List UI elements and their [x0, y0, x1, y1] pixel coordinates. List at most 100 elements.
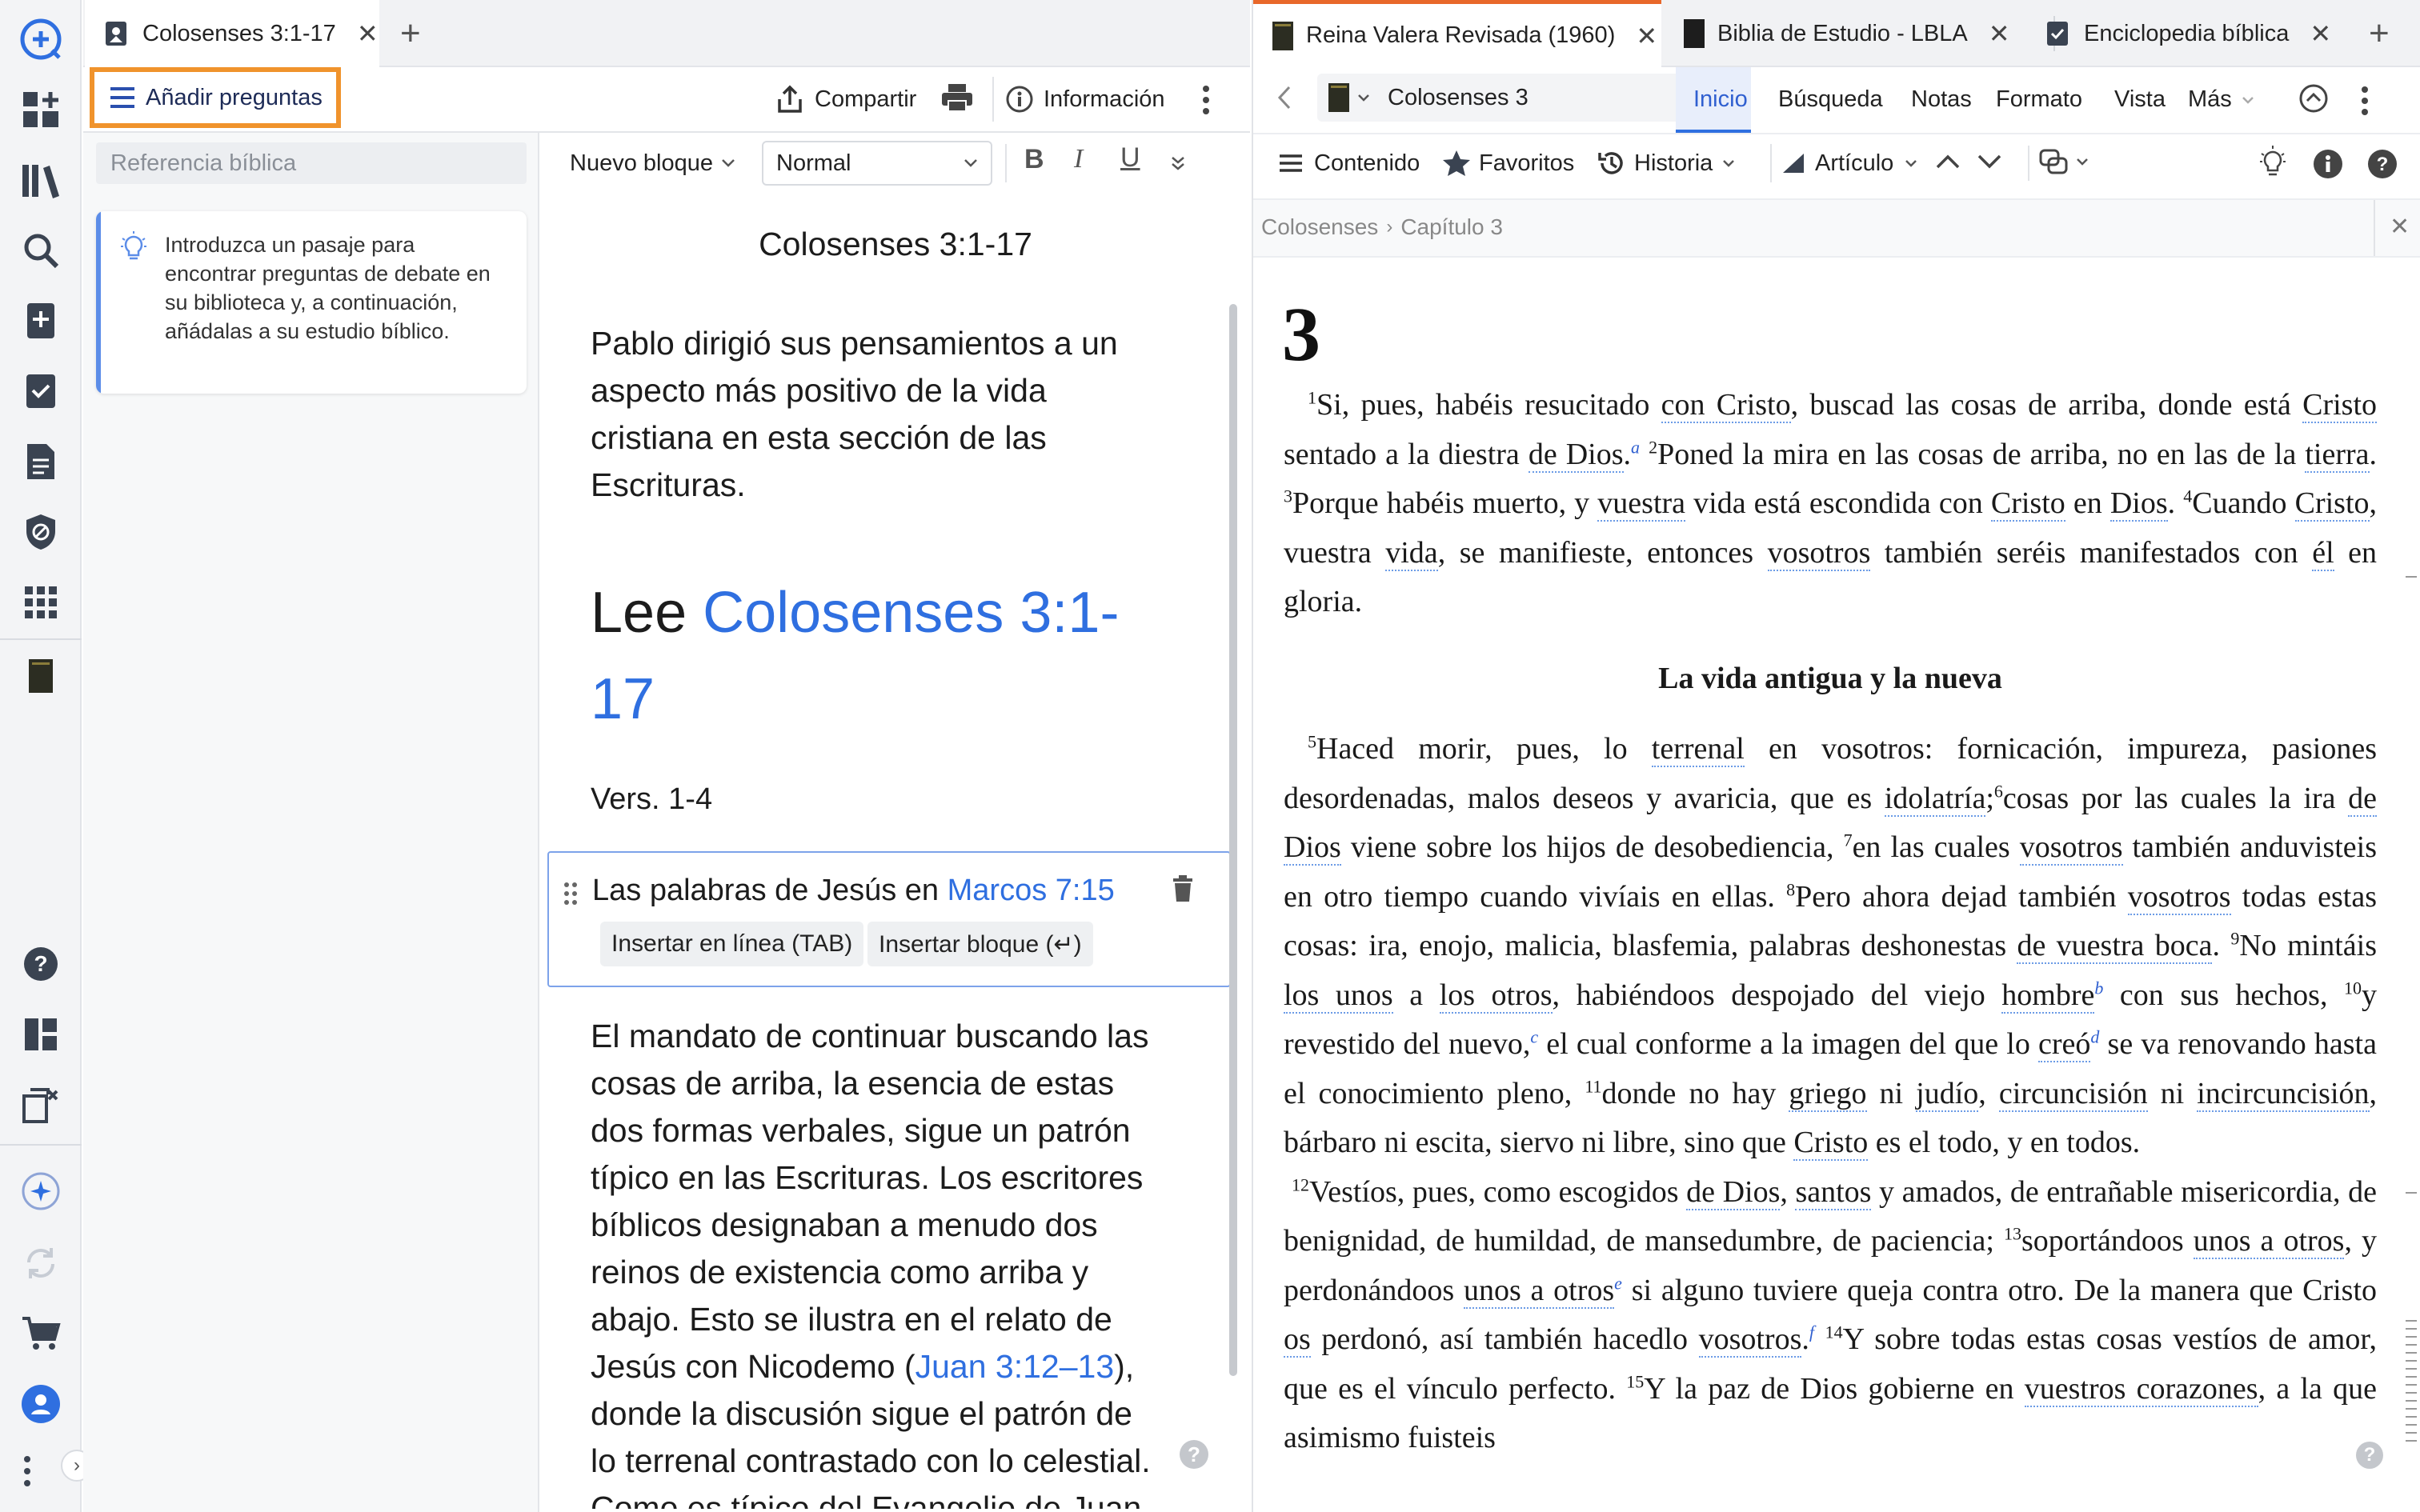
info-icon[interactable]: [2313, 149, 2343, 179]
article-button[interactable]: Artículo: [1781, 144, 1917, 182]
style-value: Normal: [776, 150, 851, 176]
bible-add-icon[interactable]: [18, 298, 64, 344]
chevron-down-icon: [1905, 160, 1917, 167]
star-icon: [1443, 150, 1470, 176]
library-icon[interactable]: [18, 157, 64, 203]
svg-text:?: ?: [34, 951, 47, 976]
article-label: Artículo: [1815, 150, 1894, 176]
close-tab-icon[interactable]: ✕: [2310, 18, 2331, 49]
verses-label: Vers. 1-4: [591, 782, 713, 816]
breadcrumb-book[interactable]: Colosenses: [1261, 214, 1378, 240]
new-block-dropdown[interactable]: Nuevo bloque: [570, 144, 735, 182]
question-block[interactable]: Las palabras de Jesús en Marcos 7:15 Ins…: [547, 851, 1231, 987]
new-tab-icon[interactable]: +: [2369, 14, 2390, 53]
bold-icon[interactable]: B: [1024, 144, 1044, 175]
dashboard-add-icon[interactable]: [18, 86, 64, 133]
document-icon[interactable]: [18, 438, 64, 485]
body-bible-link[interactable]: Juan 3:12–13: [916, 1348, 1115, 1385]
link-panels-icon: [2039, 149, 2068, 174]
book-cover-icon: [1328, 83, 1349, 112]
doc-body: El mandato de continuar buscando las cos…: [591, 1013, 1167, 1509]
more-formatting-icon[interactable]: [1170, 155, 1186, 171]
apps-grid-icon[interactable]: [18, 579, 64, 626]
help-icon[interactable]: ?: [18, 941, 64, 987]
account-icon[interactable]: [18, 1381, 64, 1427]
chevron-down-icon[interactable]: [1357, 94, 1370, 102]
close-panels-icon[interactable]: [18, 1082, 64, 1128]
contents-label: Contenido: [1314, 150, 1420, 176]
favorites-label: Favoritos: [1479, 150, 1575, 176]
info-button[interactable]: Información: [1005, 80, 1165, 118]
doc-intro: Pablo dirigió sus pensamientos a un aspe…: [591, 325, 1118, 503]
question-text[interactable]: Las palabras de Jesús en Marcos 7:15: [592, 874, 1115, 908]
scroll-ticks: [2406, 1320, 2417, 1448]
chevron-down-icon: [964, 159, 977, 167]
next-icon[interactable]: [1977, 154, 2002, 170]
previous-icon[interactable]: [1935, 154, 1961, 170]
close-tab-icon[interactable]: ✕: [1636, 21, 1657, 51]
lightbulb-icon[interactable]: [2258, 144, 2287, 179]
study-builder-panel: Colosenses 3:1-17 ✕ + Añadir preguntas C…: [83, 0, 1250, 1512]
help-icon[interactable]: ?: [2367, 149, 2398, 179]
print-icon[interactable]: [941, 83, 973, 112]
share-button[interactable]: Compartir: [776, 80, 916, 118]
more-options-icon[interactable]: [1202, 85, 1210, 115]
help-bubble-icon[interactable]: ?: [2356, 1442, 2383, 1469]
more-vertical-icon[interactable]: [11, 1448, 43, 1494]
cart-icon[interactable]: [18, 1310, 64, 1357]
book-cover-icon[interactable]: [18, 653, 64, 699]
menu-inicio[interactable]: Inicio: [1693, 86, 1748, 113]
parallel-resources-button[interactable]: [2039, 149, 2089, 174]
drag-handle-icon[interactable]: [563, 882, 578, 906]
menu-busqueda[interactable]: Búsqueda: [1778, 86, 1883, 113]
tab-study[interactable]: Colosenses 3:1-17 ✕: [85, 0, 379, 67]
new-tab-icon[interactable]: +: [400, 14, 421, 53]
reference-text: Colosenses 3: [1388, 84, 1529, 110]
menu-mas[interactable]: Más: [2188, 86, 2254, 113]
underline-icon[interactable]: U: [1120, 142, 1140, 174]
history-button[interactable]: Historia: [1597, 144, 1735, 182]
layout-icon[interactable]: [18, 1011, 64, 1058]
lightbulb-icon: [120, 230, 147, 262]
add-questions-button[interactable]: Añadir preguntas: [90, 67, 341, 128]
menu-formato[interactable]: Formato: [1996, 86, 2082, 113]
back-icon[interactable]: [1277, 85, 1292, 110]
share-icon: [778, 85, 802, 113]
history-icon: [1598, 152, 1623, 174]
insert-block-button[interactable]: Insertar bloque (↵): [867, 922, 1093, 966]
help-bubble-icon[interactable]: ?: [1180, 1440, 1208, 1469]
search-icon[interactable]: [18, 227, 64, 274]
tab-lbla[interactable]: Biblia de Estudio - LBLA ✕: [1684, 0, 2010, 67]
close-breadcrumb-icon[interactable]: ✕: [2390, 213, 2410, 241]
breadcrumb-chapter[interactable]: Capítulo 3: [1400, 214, 1503, 240]
close-tab-icon[interactable]: ✕: [357, 18, 379, 49]
reference-box[interactable]: Colosenses 3: [1317, 74, 1713, 122]
delete-icon[interactable]: [1172, 875, 1194, 902]
shield-icon[interactable]: [18, 509, 64, 555]
menu-vista[interactable]: Vista: [2114, 86, 2166, 113]
collapse-ribbon-icon[interactable]: [2298, 83, 2329, 114]
favorites-button[interactable]: Favoritos: [1442, 144, 1574, 182]
italic-icon[interactable]: I: [1074, 144, 1083, 174]
more-vertical-icon[interactable]: [2361, 86, 2369, 115]
checklist-icon[interactable]: [18, 368, 64, 414]
body-text: El mandato de continuar buscando las cos…: [591, 1018, 1149, 1385]
study-icon: [106, 22, 126, 46]
bible-paragraph-1: 1Si, pues, habéis resucitado con Cristo,…: [1284, 387, 2378, 618]
menu-notas[interactable]: Notas: [1911, 86, 1972, 113]
editor-scrollbar[interactable]: [1229, 304, 1237, 1376]
ai-sparkle-icon[interactable]: [18, 1168, 64, 1214]
tab-encyclopedia[interactable]: Enciclopedia bíblica ✕: [2045, 0, 2331, 67]
style-select[interactable]: Normal: [762, 141, 992, 186]
logos-search-icon[interactable]: [18, 16, 64, 62]
list-icon: [1280, 154, 1302, 172]
insert-inline-button[interactable]: Insertar en línea (TAB): [600, 922, 864, 966]
menu-mas-label: Más: [2188, 86, 2232, 112]
tab-rvr1960[interactable]: Reina Valera Revisada (1960) ✕: [1253, 0, 1661, 67]
question-bible-link[interactable]: Marcos 7:15: [948, 874, 1115, 907]
contents-button[interactable]: Contenido: [1279, 144, 1420, 182]
close-tab-icon[interactable]: ✕: [1989, 18, 2010, 49]
sync-icon[interactable]: [18, 1240, 64, 1286]
bible-reference-input[interactable]: Referencia bíblica: [96, 142, 527, 184]
doc-heading: Lee Colosenses 3:1-17: [591, 570, 1151, 742]
